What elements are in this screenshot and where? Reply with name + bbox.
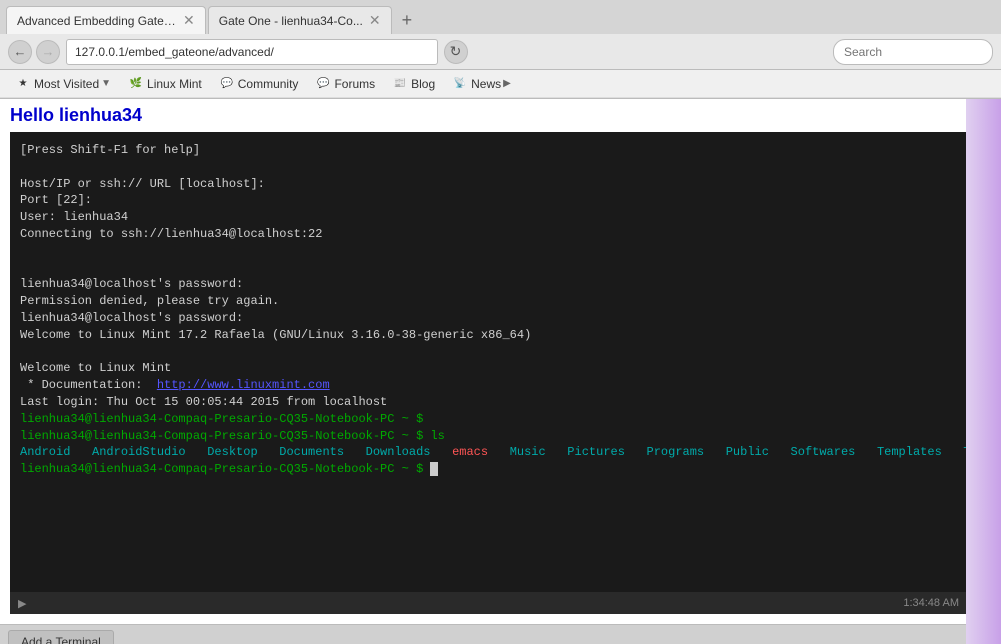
terminal-time: 1:34:48 AM — [903, 597, 959, 609]
terminal-line — [20, 159, 957, 176]
tab-close-2[interactable]: ✕ — [369, 12, 381, 29]
terminal-prompt-1: lienhua34@lienhua34-Compaq-Presario-CQ35… — [20, 411, 957, 428]
tab-advanced-embedding[interactable]: Advanced Embedding Gate O... ✕ — [6, 6, 206, 34]
terminal-line — [20, 344, 957, 361]
terminal-line — [20, 260, 957, 277]
add-terminal-button[interactable]: Add a Terminal — [8, 630, 114, 644]
address-bar: ← → ↻ — [0, 34, 1001, 70]
bookmark-linux-mint[interactable]: 🌿 Linux Mint — [121, 75, 210, 93]
forums-icon: 💬 — [316, 77, 330, 91]
search-input[interactable] — [833, 39, 993, 65]
blog-icon: 📰 — [393, 77, 407, 91]
linuxmint-link[interactable]: http://www.linuxmint.com — [157, 378, 330, 392]
back-button[interactable]: ← — [8, 40, 32, 64]
bookmark-community-label: Community — [238, 77, 299, 91]
play-icon: ▶ — [18, 597, 26, 610]
terminal-line — [20, 243, 957, 260]
bookmarks-bar: ★ Most Visited ▼ 🌿 Linux Mint 💬 Communit… — [0, 70, 1001, 98]
terminal-line: Port [22]: — [20, 192, 957, 209]
terminal-prompt-3: lienhua34@lienhua34-Compaq-Presario-CQ35… — [20, 461, 957, 478]
page-content: Hello lienhua34 [Press Shift-F1 for help… — [0, 99, 1001, 644]
terminal-line: [Press Shift-F1 for help] — [20, 142, 957, 159]
bookmark-blog[interactable]: 📰 Blog — [385, 75, 443, 93]
hello-heading: Hello lienhua34 — [0, 99, 1001, 132]
terminal-line: User: lienhua34 — [20, 209, 957, 226]
bookmark-most-visited[interactable]: ★ Most Visited ▼ — [8, 75, 119, 93]
nav-buttons: ← → — [8, 40, 60, 64]
terminal-cursor — [430, 462, 438, 476]
terminal-line: lienhua34@localhost's password: — [20, 310, 957, 327]
bookmark-news[interactable]: 📡 News ▶ — [445, 75, 519, 93]
terminal-line: Host/IP or ssh:// URL [localhost]: — [20, 176, 957, 193]
terminal-line: Permission denied, please try again. — [20, 293, 957, 310]
reload-button[interactable]: ↻ — [444, 40, 468, 64]
bookmark-news-label: News — [471, 77, 501, 91]
forward-button[interactable]: → — [36, 40, 60, 64]
terminal-line: Last login: Thu Oct 15 00:05:44 2015 fro… — [20, 394, 957, 411]
terminal-wrapper: [Press Shift-F1 for help] Host/IP or ssh… — [0, 132, 1001, 624]
tab-close-1[interactable]: ✕ — [183, 12, 195, 29]
bookmark-linux-mint-label: Linux Mint — [147, 77, 202, 91]
tab-title-2: Gate One - lienhua34-Co... — [219, 14, 363, 28]
terminal-line: Welcome to Linux Mint — [20, 360, 957, 377]
terminal-line: Connecting to ssh://lienhua34@localhost:… — [20, 226, 957, 243]
terminal-ls-line: Android AndroidStudio Desktop Documents … — [20, 444, 957, 461]
bookmark-blog-label: Blog — [411, 77, 435, 91]
tab-bar: Advanced Embedding Gate O... ✕ Gate One … — [0, 0, 1001, 34]
terminal-status-bar: ▶ 1:34:48 AM — [10, 592, 967, 614]
terminal-prompt-2: lienhua34@lienhua34-Compaq-Presario-CQ35… — [20, 428, 957, 445]
new-tab-button[interactable]: + — [394, 10, 421, 31]
bookmark-community[interactable]: 💬 Community — [212, 75, 307, 93]
terminal-line: * Documentation: http://www.linuxmint.co… — [20, 377, 957, 394]
url-bar[interactable] — [66, 39, 438, 65]
terminal-line: Welcome to Linux Mint 17.2 Rafaela (GNU/… — [20, 327, 957, 344]
terminal[interactable]: [Press Shift-F1 for help] Host/IP or ssh… — [10, 132, 967, 592]
linux-mint-icon: 🌿 — [129, 77, 143, 91]
bookmark-forums[interactable]: 💬 Forums — [308, 75, 383, 93]
purple-sidebar — [966, 99, 1001, 644]
add-terminal-bar: Add a Terminal — [0, 624, 1001, 644]
tab-title-1: Advanced Embedding Gate O... — [17, 14, 177, 28]
news-arrow: ▶ — [503, 78, 511, 89]
terminal-line: lienhua34@localhost's password: — [20, 276, 957, 293]
most-visited-arrow: ▼ — [101, 78, 111, 89]
most-visited-icon: ★ — [16, 77, 30, 91]
news-icon: 📡 — [453, 77, 467, 91]
bookmark-most-visited-label: Most Visited — [34, 77, 99, 91]
tab-gate-one[interactable]: Gate One - lienhua34-Co... ✕ — [208, 6, 392, 34]
community-icon: 💬 — [220, 77, 234, 91]
bookmark-forums-label: Forums — [334, 77, 375, 91]
